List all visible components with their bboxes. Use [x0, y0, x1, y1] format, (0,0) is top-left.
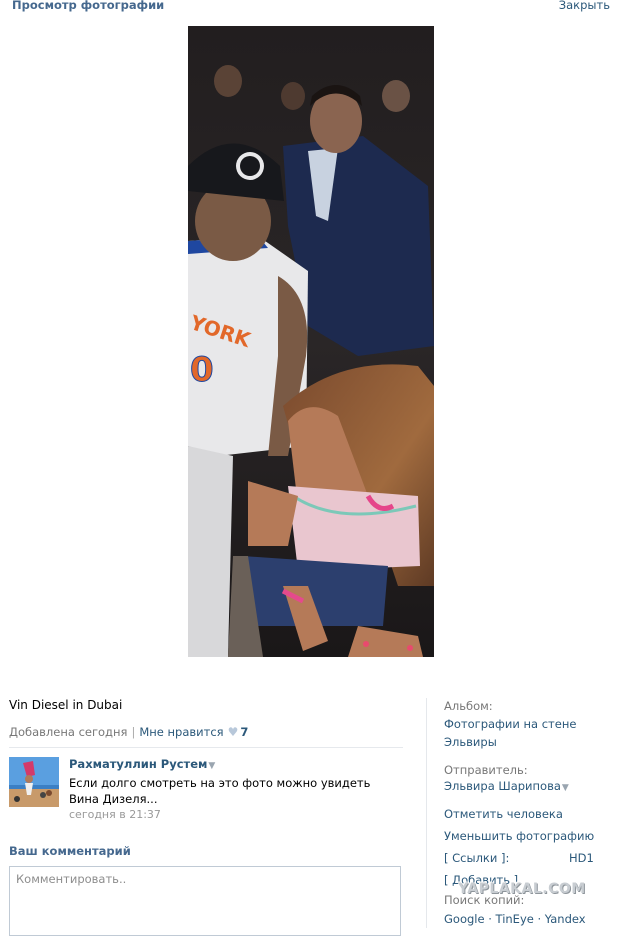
- site-watermark: YAPLAKAL.COM: [458, 881, 586, 897]
- comment-author-name[interactable]: Рахматуллин Рустем: [69, 757, 207, 771]
- sender-heading: Отправитель:: [444, 763, 528, 777]
- comment-text: Если долго смотреть на это фото можно ув…: [69, 776, 371, 806]
- comment-time[interactable]: сегодня в 21:37: [69, 808, 161, 821]
- close-link[interactable]: Закрыть: [559, 0, 610, 12]
- commenter-avatar[interactable]: [9, 757, 59, 807]
- heart-icon[interactable]: ♥: [228, 725, 239, 739]
- meta-separator: |: [131, 725, 136, 739]
- photo-caption: Vin Diesel in Dubai: [9, 698, 123, 712]
- photo-meta: Добавлена сегодня | Мне нравится ♥ 7: [9, 725, 248, 739]
- compose-heading: Ваш комментарий: [9, 844, 131, 858]
- page-title: Просмотр фотографии: [12, 0, 165, 12]
- album-heading: Альбом:: [444, 699, 493, 713]
- album-link-line2[interactable]: Эльвиры: [444, 735, 497, 749]
- like-count[interactable]: 7: [240, 725, 248, 739]
- photo-viewer-image[interactable]: YORK 0: [188, 26, 434, 657]
- like-button[interactable]: Мне нравится: [139, 725, 223, 739]
- search-engines-links[interactable]: Google · TinEye · Yandex: [444, 912, 586, 926]
- dropdown-triangle-icon[interactable]: ▼: [562, 783, 569, 793]
- added-date: Добавлена сегодня: [9, 725, 128, 739]
- comment-input[interactable]: Комментировать..: [9, 866, 401, 936]
- sender-name[interactable]: Эльвира Шарипова: [444, 779, 561, 793]
- comments-divider: [9, 747, 403, 748]
- svg-text:0: 0: [190, 350, 214, 390]
- hd-link[interactable]: HD1: [569, 851, 594, 865]
- album-link-line1[interactable]: Фотографии на стене: [444, 717, 576, 731]
- sender-link[interactable]: Эльвира Шарипова▼: [444, 779, 569, 793]
- tag-person-link[interactable]: Отметить человека: [444, 807, 563, 821]
- column-divider: [426, 698, 427, 928]
- shrink-photo-link[interactable]: Уменьшить фотографию: [444, 829, 594, 843]
- comment-author[interactable]: Рахматуллин Рустем▼: [69, 757, 215, 771]
- links-toggle[interactable]: [ Ссылки ]:: [444, 851, 509, 865]
- dropdown-triangle-icon[interactable]: ▼: [208, 761, 215, 771]
